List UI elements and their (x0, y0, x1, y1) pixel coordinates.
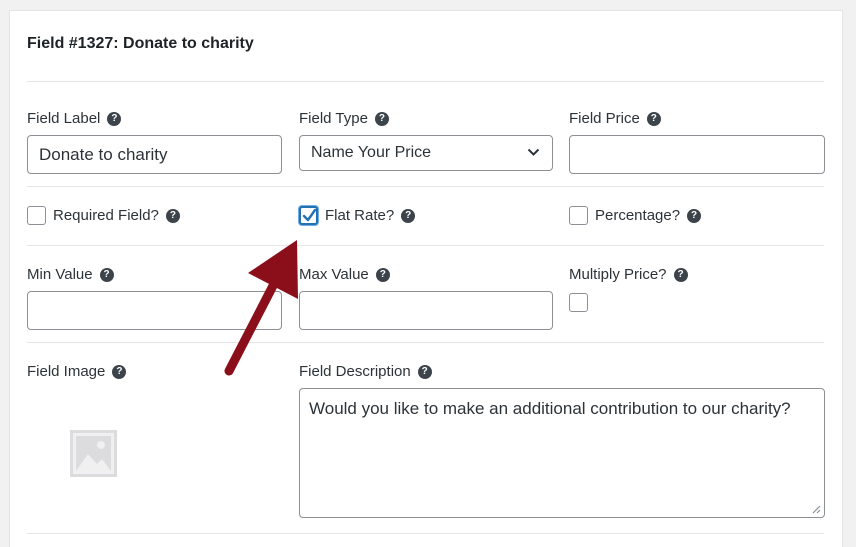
image-placeholder-icon[interactable] (70, 430, 117, 477)
flat-rate-label: Flat Rate? (325, 207, 395, 224)
max-value-input[interactable] (299, 291, 553, 330)
required-field-option: Required Field? ? (27, 206, 180, 225)
arrow-annotation (224, 240, 298, 376)
divider (27, 245, 824, 246)
resize-grip-icon[interactable] (812, 505, 821, 514)
flat-rate-checkbox[interactable] (299, 206, 318, 225)
min-value-label: Min Value ? (27, 266, 114, 283)
field-price-label: Field Price ? (569, 110, 661, 127)
help-icon[interactable]: ? (417, 364, 432, 379)
field-type-text: Field Type (299, 110, 368, 127)
divider (27, 342, 824, 343)
field-label-label: Field Label ? (27, 110, 122, 127)
help-icon[interactable]: ? (673, 267, 688, 282)
field-price-text: Field Price (569, 110, 640, 127)
field-price-input[interactable] (569, 135, 825, 174)
multiply-price-checkbox[interactable] (569, 293, 588, 312)
percentage-checkbox[interactable] (569, 206, 588, 225)
percentage-label: Percentage? (595, 207, 681, 224)
help-icon[interactable]: ? (374, 111, 389, 126)
divider (27, 81, 824, 82)
field-title: Field #1327: Donate to charity (27, 35, 254, 52)
field-description-label: Field Description ? (299, 363, 432, 380)
field-description-text: Field Description (299, 363, 411, 380)
help-icon[interactable]: ? (646, 111, 661, 126)
field-image-text: Field Image (27, 363, 106, 380)
min-value-text: Min Value (27, 266, 93, 283)
field-type-select[interactable]: Name Your Price (299, 135, 553, 171)
checkmark-icon (302, 208, 317, 222)
divider (27, 533, 824, 534)
help-icon[interactable]: ? (401, 208, 416, 223)
divider (27, 186, 824, 187)
percentage-option: Percentage? ? (569, 206, 702, 225)
required-field-checkbox[interactable] (27, 206, 46, 225)
field-label-input[interactable] (27, 135, 282, 174)
field-label-text: Field Label (27, 110, 101, 127)
max-value-label: Max Value ? (299, 266, 390, 283)
multiply-price-text: Multiply Price? (569, 266, 667, 283)
help-icon[interactable]: ? (99, 267, 114, 282)
field-type-label: Field Type ? (299, 110, 389, 127)
help-icon[interactable]: ? (112, 364, 127, 379)
required-field-label: Required Field? (53, 207, 159, 224)
help-icon[interactable]: ? (165, 208, 180, 223)
field-description-value: Would you like to make an additional con… (309, 399, 791, 418)
field-description-textarea[interactable]: Would you like to make an additional con… (299, 388, 825, 518)
field-type-selected-value: Name Your Price (311, 144, 432, 161)
help-icon[interactable]: ? (687, 208, 702, 223)
chevron-down-icon (527, 148, 540, 156)
flat-rate-option: Flat Rate? ? (299, 206, 416, 225)
help-icon[interactable]: ? (107, 111, 122, 126)
help-icon[interactable]: ? (375, 267, 390, 282)
field-image-label: Field Image ? (27, 363, 127, 380)
multiply-price-label: Multiply Price? ? (569, 266, 688, 283)
max-value-text: Max Value (299, 266, 369, 283)
